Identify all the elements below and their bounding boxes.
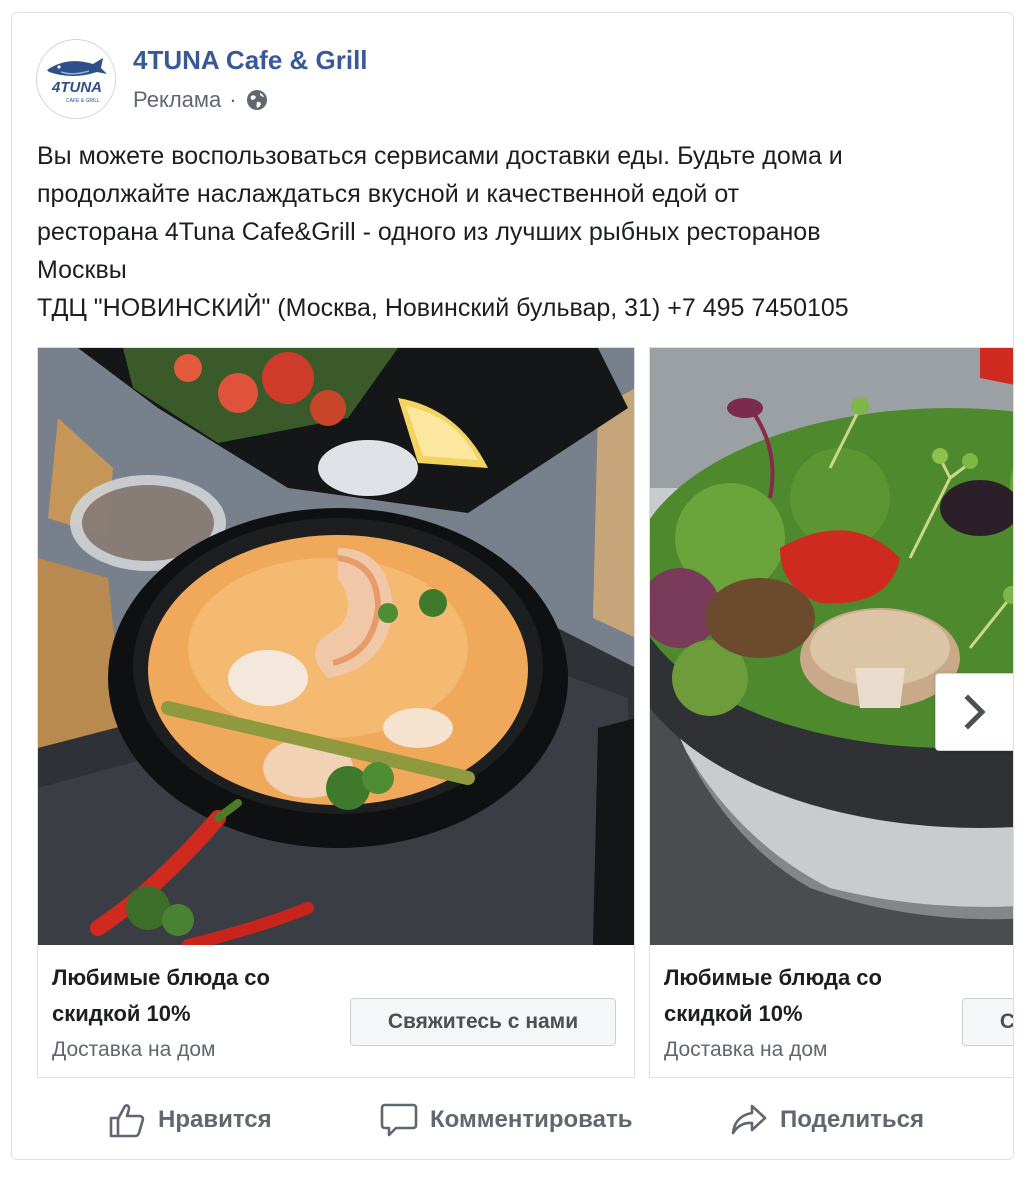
globe-icon[interactable]	[245, 88, 269, 112]
salad-photo[interactable]	[650, 348, 1014, 945]
post-text-line: ТДЦ "НОВИНСКИЙ" (Москва, Новинский бульв…	[37, 294, 849, 322]
carousel-card-subtitle: Доставка на дом	[664, 1038, 828, 1061]
share-arrow-icon	[731, 1104, 767, 1135]
comment-label: Комментировать	[430, 1106, 633, 1133]
post-text-line: продолжайте наслаждаться вкусной и качес…	[37, 180, 740, 208]
meta-separator: ·	[229, 87, 237, 112]
sponsored-label[interactable]: Реклама	[133, 87, 221, 113]
comment-button[interactable]: Комментировать	[380, 1095, 632, 1145]
title-line: скидкой 10%	[664, 1001, 803, 1026]
contact-us-button[interactable]: Свяжитесь с нами	[350, 998, 616, 1046]
ad-post-card: 4TUNA CAFE & GRILL 4TUNA Cafe & Grill Ре…	[11, 12, 1014, 1160]
title-line: Любимые блюда со	[664, 965, 882, 990]
post-meta: Реклама ·	[133, 87, 269, 113]
contact-us-button[interactable]: Свяжитесь с нами	[962, 998, 1013, 1046]
thumbs-up-icon	[109, 1104, 145, 1138]
like-button[interactable]: Нравится	[108, 1095, 272, 1145]
post-text-line: ресторана 4Tuna Cafe&Grill - одного из л…	[37, 218, 821, 246]
soup-photo[interactable]	[38, 348, 635, 945]
comment-bubble-icon	[380, 1103, 418, 1137]
like-label: Нравится	[158, 1106, 272, 1133]
share-label: Поделиться	[780, 1106, 925, 1133]
tuna-logo: 4TUNA CAFE & GRILL	[38, 41, 115, 118]
page-avatar[interactable]: 4TUNA CAFE & GRILL	[36, 39, 116, 119]
title-line: скидкой 10%	[52, 1001, 191, 1026]
logo-text: 4TUNA	[51, 79, 102, 96]
chevron-right-icon	[964, 694, 986, 730]
post-text-line: Вы можете воспользоваться сервисами дост…	[37, 142, 843, 170]
page-name-link[interactable]: 4TUNA Cafe & Grill	[133, 45, 368, 76]
post-body-text: Вы можете воспользоваться сервисами дост…	[37, 137, 1002, 327]
title-line: Любимые блюда со	[52, 965, 270, 990]
carousel-card-subtitle: Доставка на дом	[52, 1038, 216, 1061]
carousel: Любимые блюда со скидкой 10% Доставка на…	[37, 347, 1014, 1079]
post-text-line: Москвы	[37, 256, 127, 284]
carousel-next-button[interactable]	[935, 673, 1013, 751]
logo-subtext: CAFE & GRILL	[66, 98, 100, 104]
share-button[interactable]: Поделиться	[730, 1095, 924, 1145]
carousel-card-title[interactable]: Любимые блюда со скидкой 10%	[664, 960, 954, 1032]
carousel-card-title[interactable]: Любимые блюда со скидкой 10%	[52, 960, 342, 1032]
carousel-card[interactable]: Любимые блюда со скидкой 10% Доставка на…	[37, 347, 635, 1078]
post-actions-bar: Нравится Комментировать Поделиться	[12, 1095, 1013, 1145]
